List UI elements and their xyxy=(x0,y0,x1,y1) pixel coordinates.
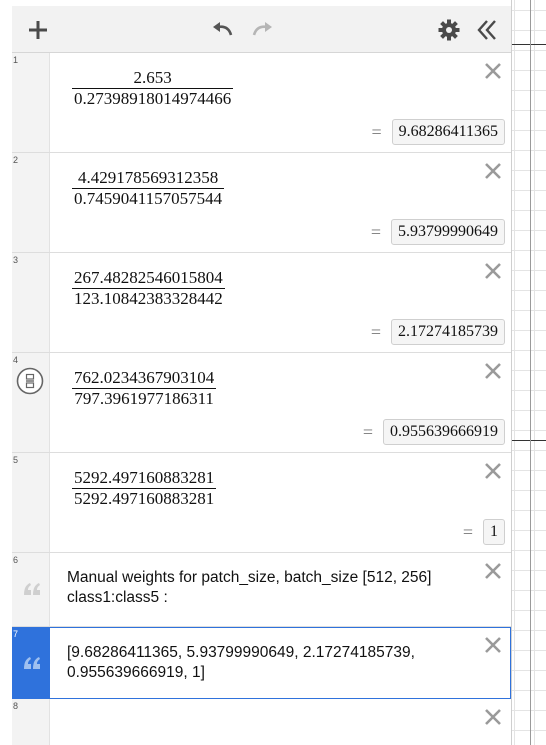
expression-gutter: 1 xyxy=(12,53,50,152)
expression-gutter: 2 xyxy=(12,153,50,252)
empty-expression-row[interactable]: 8 xyxy=(12,699,511,745)
quote-icon xyxy=(24,657,40,669)
evaluation-result: = 2.17274185739 xyxy=(371,319,505,345)
fraction-numerator: 267.48282546015804 xyxy=(72,268,225,289)
fraction[interactable]: 4.429178569312358 0.7459041157057544 xyxy=(72,168,225,209)
expression-row[interactable]: 1 2.653 0.27398918014974466 = 9.68286411… xyxy=(12,53,511,153)
fraction-denominator: 123.10842383328442 xyxy=(74,289,223,308)
fraction-denominator: 0.7459041157057544 xyxy=(74,189,223,208)
note-text[interactable]: Manual weights for patch_size, batch_siz… xyxy=(67,568,463,608)
equals-sign: = xyxy=(370,221,381,242)
expression-toolbar xyxy=(12,6,511,53)
expression-gutter: 8 xyxy=(12,699,50,745)
expression-row[interactable]: 2 4.429178569312358 0.7459041157057544 =… xyxy=(12,153,511,253)
result-value: 1 xyxy=(483,519,505,545)
note-row[interactable]: 6 Manual weights for patch_size, batch_s… xyxy=(12,553,511,627)
evaluation-result: = 1 xyxy=(463,519,505,545)
expression-index: 8 xyxy=(13,701,19,711)
fraction[interactable]: 267.48282546015804 123.10842383328442 xyxy=(72,268,225,309)
graph-grid-line xyxy=(530,0,531,745)
close-icon[interactable] xyxy=(483,161,503,181)
fraction-format-icon[interactable] xyxy=(16,367,44,395)
expression-gutter: 4 xyxy=(12,353,50,452)
fraction-numerator: 4.429178569312358 xyxy=(72,168,225,189)
close-icon[interactable] xyxy=(483,461,503,481)
result-value: 5.93799990649 xyxy=(391,219,505,245)
expression-index: 5 xyxy=(13,455,19,465)
graph-axis-line xyxy=(511,44,546,45)
expression-index: 3 xyxy=(13,255,19,265)
equals-sign: = xyxy=(371,121,382,142)
expression-index: 6 xyxy=(13,555,19,565)
fraction-denominator: 5292.497160883281 xyxy=(74,489,215,508)
panel-margin xyxy=(0,0,12,745)
evaluation-result: = 5.93799990649 xyxy=(371,219,505,245)
fraction-numerator: 2.653 xyxy=(72,68,234,89)
expression-gutter: 5 xyxy=(12,453,50,552)
undo-icon[interactable] xyxy=(211,18,235,42)
expression-panel: 1 2.653 0.27398918014974466 = 9.68286411… xyxy=(12,0,512,745)
quote-icon xyxy=(24,583,40,595)
expression-row[interactable]: 5 5292.497160883281 5292.497160883281 = … xyxy=(12,453,511,553)
fraction-numerator: 762.0234367903104 xyxy=(72,368,217,389)
evaluation-result: = 0.955639666919 xyxy=(363,419,505,445)
close-icon[interactable] xyxy=(483,707,503,727)
result-value: 9.68286411365 xyxy=(391,119,505,145)
equals-sign: = xyxy=(370,321,381,342)
fraction[interactable]: 762.0234367903104 797.3961977186311 xyxy=(72,368,217,409)
close-icon[interactable] xyxy=(483,635,503,655)
fraction[interactable]: 2.653 0.27398918014974466 xyxy=(72,68,234,109)
close-icon[interactable] xyxy=(483,261,503,281)
double-chevron-left-icon[interactable] xyxy=(475,18,499,42)
expression-index: 2 xyxy=(13,155,19,165)
note-row-active[interactable]: 7 [9.68286411365, 5.93799990649, 2.17274… xyxy=(12,627,511,699)
equals-sign: = xyxy=(462,521,473,542)
result-value: 0.955639666919 xyxy=(383,419,505,445)
expression-row[interactable]: 4 762.0234367903104 797.3961977186311 = … xyxy=(12,353,511,453)
close-icon[interactable] xyxy=(483,361,503,381)
expression-index: 7 xyxy=(13,629,19,639)
graph-axis-line xyxy=(511,440,546,441)
expression-index: 4 xyxy=(13,355,19,365)
expression-gutter: 7 xyxy=(12,627,50,698)
result-value: 2.17274185739 xyxy=(391,319,505,345)
gear-icon[interactable] xyxy=(437,18,461,42)
fraction-denominator: 797.3961977186311 xyxy=(74,389,214,408)
fraction-numerator: 5292.497160883281 xyxy=(72,468,217,489)
close-icon[interactable] xyxy=(483,561,503,581)
equals-sign: = xyxy=(362,421,373,442)
plus-icon[interactable] xyxy=(26,18,50,42)
expression-row[interactable]: 3 267.48282546015804 123.10842383328442 … xyxy=(12,253,511,353)
note-text[interactable]: [9.68286411365, 5.93799990649, 2.1727418… xyxy=(67,643,463,683)
graph-paper[interactable] xyxy=(511,0,546,745)
expression-index: 1 xyxy=(13,55,19,65)
close-icon[interactable] xyxy=(483,61,503,81)
fraction[interactable]: 5292.497160883281 5292.497160883281 xyxy=(72,468,217,509)
redo-icon[interactable] xyxy=(250,18,274,42)
expression-gutter: 6 xyxy=(12,553,50,626)
fraction-denominator: 0.27398918014974466 xyxy=(74,89,232,108)
expression-list: 1 2.653 0.27398918014974466 = 9.68286411… xyxy=(12,53,511,745)
expression-gutter: 3 xyxy=(12,253,50,352)
evaluation-result: = 9.68286411365 xyxy=(371,119,505,145)
